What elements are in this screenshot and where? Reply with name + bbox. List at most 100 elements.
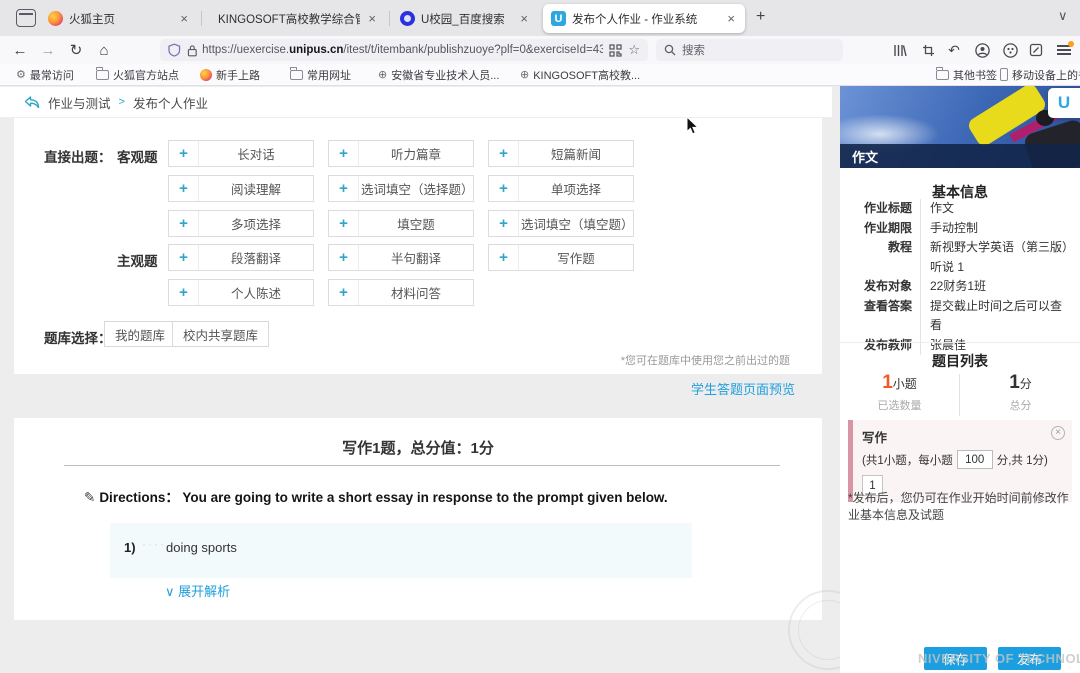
tab-kingosoft[interactable]: KINGOSOFT高校教学综合管理服务平 × (204, 4, 386, 33)
add-fill-blank-button[interactable]: +填空题 (328, 210, 474, 237)
bank-select-label: 题库选择： (44, 327, 112, 347)
add-material-qa-button[interactable]: +材料问答 (328, 279, 474, 306)
chevron-down-icon: ∨ (165, 584, 175, 599)
tab-title: 发布个人作业 - 作业系统 (572, 11, 719, 27)
account-icon[interactable] (972, 41, 992, 59)
extension-icon[interactable] (1000, 41, 1020, 59)
add-half-sentence-translation-button[interactable]: +半句翻译 (328, 244, 474, 271)
breadcrumb-section[interactable]: 作业与测试 (48, 93, 111, 112)
expand-analysis-link[interactable]: ∨ 展开解析 (165, 581, 230, 600)
bookmark-kingosoft[interactable]: ⊕KINGOSOFT高校教... (520, 64, 640, 85)
directions-text: You are going to write a short essay in … (182, 490, 667, 505)
add-banked-cloze-blank-button[interactable]: +选词填空（填空题） (488, 210, 634, 237)
bookmark-folder-common[interactable]: 常用网址 (290, 64, 351, 85)
folder-icon (936, 70, 949, 80)
plus-icon: + (329, 245, 359, 270)
menu-icon[interactable] (1054, 41, 1074, 59)
edit-page-icon[interactable] (1026, 41, 1046, 59)
folder-icon (96, 70, 109, 80)
per-question-score-input[interactable] (957, 450, 993, 469)
baidu-icon (400, 11, 415, 26)
bookmark-star-icon[interactable]: ☆ (628, 42, 640, 58)
new-tab-button[interactable]: + (756, 8, 765, 26)
question-stats: 1小题 已选数量 1分 总分 (840, 372, 1080, 418)
plus-icon: + (169, 280, 199, 305)
home-icon[interactable]: ⌂ (92, 36, 116, 64)
screenshot-icon[interactable] (918, 41, 938, 59)
close-icon[interactable]: × (518, 11, 530, 26)
bookmark-folder-firefox[interactable]: 火狐官方站点 (96, 64, 179, 85)
bank-note: *您可在题库中使用您之前出过的题 (621, 352, 790, 368)
reload-icon[interactable]: ↻ (64, 36, 88, 64)
breadcrumb-back-icon[interactable] (24, 96, 40, 109)
tab-firefox-home[interactable]: 火狐主页 × (40, 4, 198, 33)
search-input[interactable]: 搜索 (656, 39, 843, 61)
bookmark-getting-started[interactable]: 新手上路 (200, 64, 260, 85)
add-listening-passage-button[interactable]: +听力篇章 (328, 140, 474, 167)
total-score: 1分 总分 (961, 372, 1080, 413)
undo-icon[interactable]: ↶ (944, 41, 964, 59)
browser-window: 火狐主页 × KINGOSOFT高校教学综合管理服务平 × U校园_百度搜索 ×… (0, 0, 1080, 673)
tab-publish-homework-active[interactable]: U 发布个人作业 - 作业系统 × (543, 4, 745, 33)
ucampus-float-widget[interactable]: U (1048, 88, 1080, 118)
student-preview-link[interactable]: 学生答题页面预览 (691, 379, 795, 398)
add-writing-button[interactable]: +写作题 (488, 244, 634, 271)
globe-icon: ⊕ (378, 68, 387, 81)
close-icon[interactable]: × (178, 11, 190, 26)
add-multi-choice-button[interactable]: +多项选择 (168, 210, 314, 237)
plus-icon: + (169, 141, 199, 166)
add-paragraph-translation-button[interactable]: +段落翻译 (168, 244, 314, 271)
question-row[interactable]: 1) ···· doing sports (110, 523, 692, 578)
add-single-choice-button[interactable]: +单项选择 (488, 175, 634, 202)
bookmark-most-visited[interactable]: ⚙最常访问 (16, 64, 74, 85)
question-number: 1) (124, 540, 136, 555)
add-personal-statement-button[interactable]: +个人陈述 (168, 279, 314, 306)
tab-title: U校园_百度搜索 (421, 11, 512, 27)
plus-icon: + (329, 176, 359, 201)
question-list-header: 题目列表 (840, 351, 1080, 371)
tab-title: 火狐主页 (69, 11, 172, 27)
plus-icon: + (489, 245, 519, 270)
compose-panel: 直接出题： 客观题 主观题 +长对话 +听力篇章 +短篇新闻 +阅读理解 +选词… (14, 118, 822, 374)
info-row: 作业期限手动控制 (850, 219, 1072, 239)
tab-baidu-search[interactable]: U校园_百度搜索 × (392, 4, 538, 33)
forward-icon[interactable]: → (36, 36, 60, 64)
paper-title: 写作1题，总分值：1分 (14, 437, 822, 458)
shield-icon[interactable] (168, 43, 181, 57)
tab-title: KINGOSOFT高校教学综合管理服务平 (218, 11, 360, 27)
direct-compose-label: 直接出题： (44, 146, 112, 166)
divider (64, 465, 780, 466)
add-banked-cloze-choice-button[interactable]: +选词填空（选择题） (328, 175, 474, 202)
directions: ✎Directions： You are going to write a sh… (84, 486, 668, 506)
subjective-label: 主观题 (117, 250, 158, 270)
close-icon[interactable]: × (366, 11, 378, 26)
breadcrumb-separator: > (119, 96, 125, 108)
mobile-bookmarks[interactable]: 移动设备上的书签 (1000, 64, 1080, 85)
library-icon[interactable] (890, 41, 910, 59)
list-all-tabs-icon[interactable]: ∨ (1058, 8, 1068, 24)
add-reading-button[interactable]: +阅读理解 (168, 175, 314, 202)
qr-scan-icon[interactable] (609, 44, 622, 57)
close-icon[interactable]: × (725, 11, 737, 26)
objective-label: 客观题 (117, 146, 158, 166)
plus-icon: + (329, 141, 359, 166)
remove-question-icon[interactable]: × (1051, 426, 1065, 440)
publish-button[interactable]: 发布 (998, 647, 1061, 670)
breadcrumb: 作业与测试 > 发布个人作业 (0, 87, 832, 117)
save-button[interactable]: 保存 (924, 647, 987, 670)
score-line: (共1小题，每小题 分,共 1分) (862, 450, 1064, 469)
plus-icon: + (489, 141, 519, 166)
school-shared-bank-button[interactable]: 校内共享题库 (172, 321, 269, 347)
firefox-view-icon[interactable] (16, 9, 36, 27)
url-bar[interactable]: https://uexercise.unipus.cn/itest/t/item… (160, 39, 648, 61)
my-bank-button[interactable]: 我的题库 (104, 321, 176, 347)
plus-icon: + (169, 245, 199, 270)
add-short-news-button[interactable]: +短篇新闻 (488, 140, 634, 167)
bookmark-anhui-site[interactable]: ⊕安徽省专业技术人员... (378, 64, 499, 85)
info-row: 教程新视野大学英语（第三版）听说 1 (850, 238, 1072, 277)
add-long-dialog-button[interactable]: +长对话 (168, 140, 314, 167)
directions-label: Directions： (99, 490, 179, 505)
back-icon[interactable]: ← (8, 36, 32, 64)
plus-icon: + (169, 176, 199, 201)
other-bookmarks[interactable]: 其他书签 (936, 64, 997, 85)
